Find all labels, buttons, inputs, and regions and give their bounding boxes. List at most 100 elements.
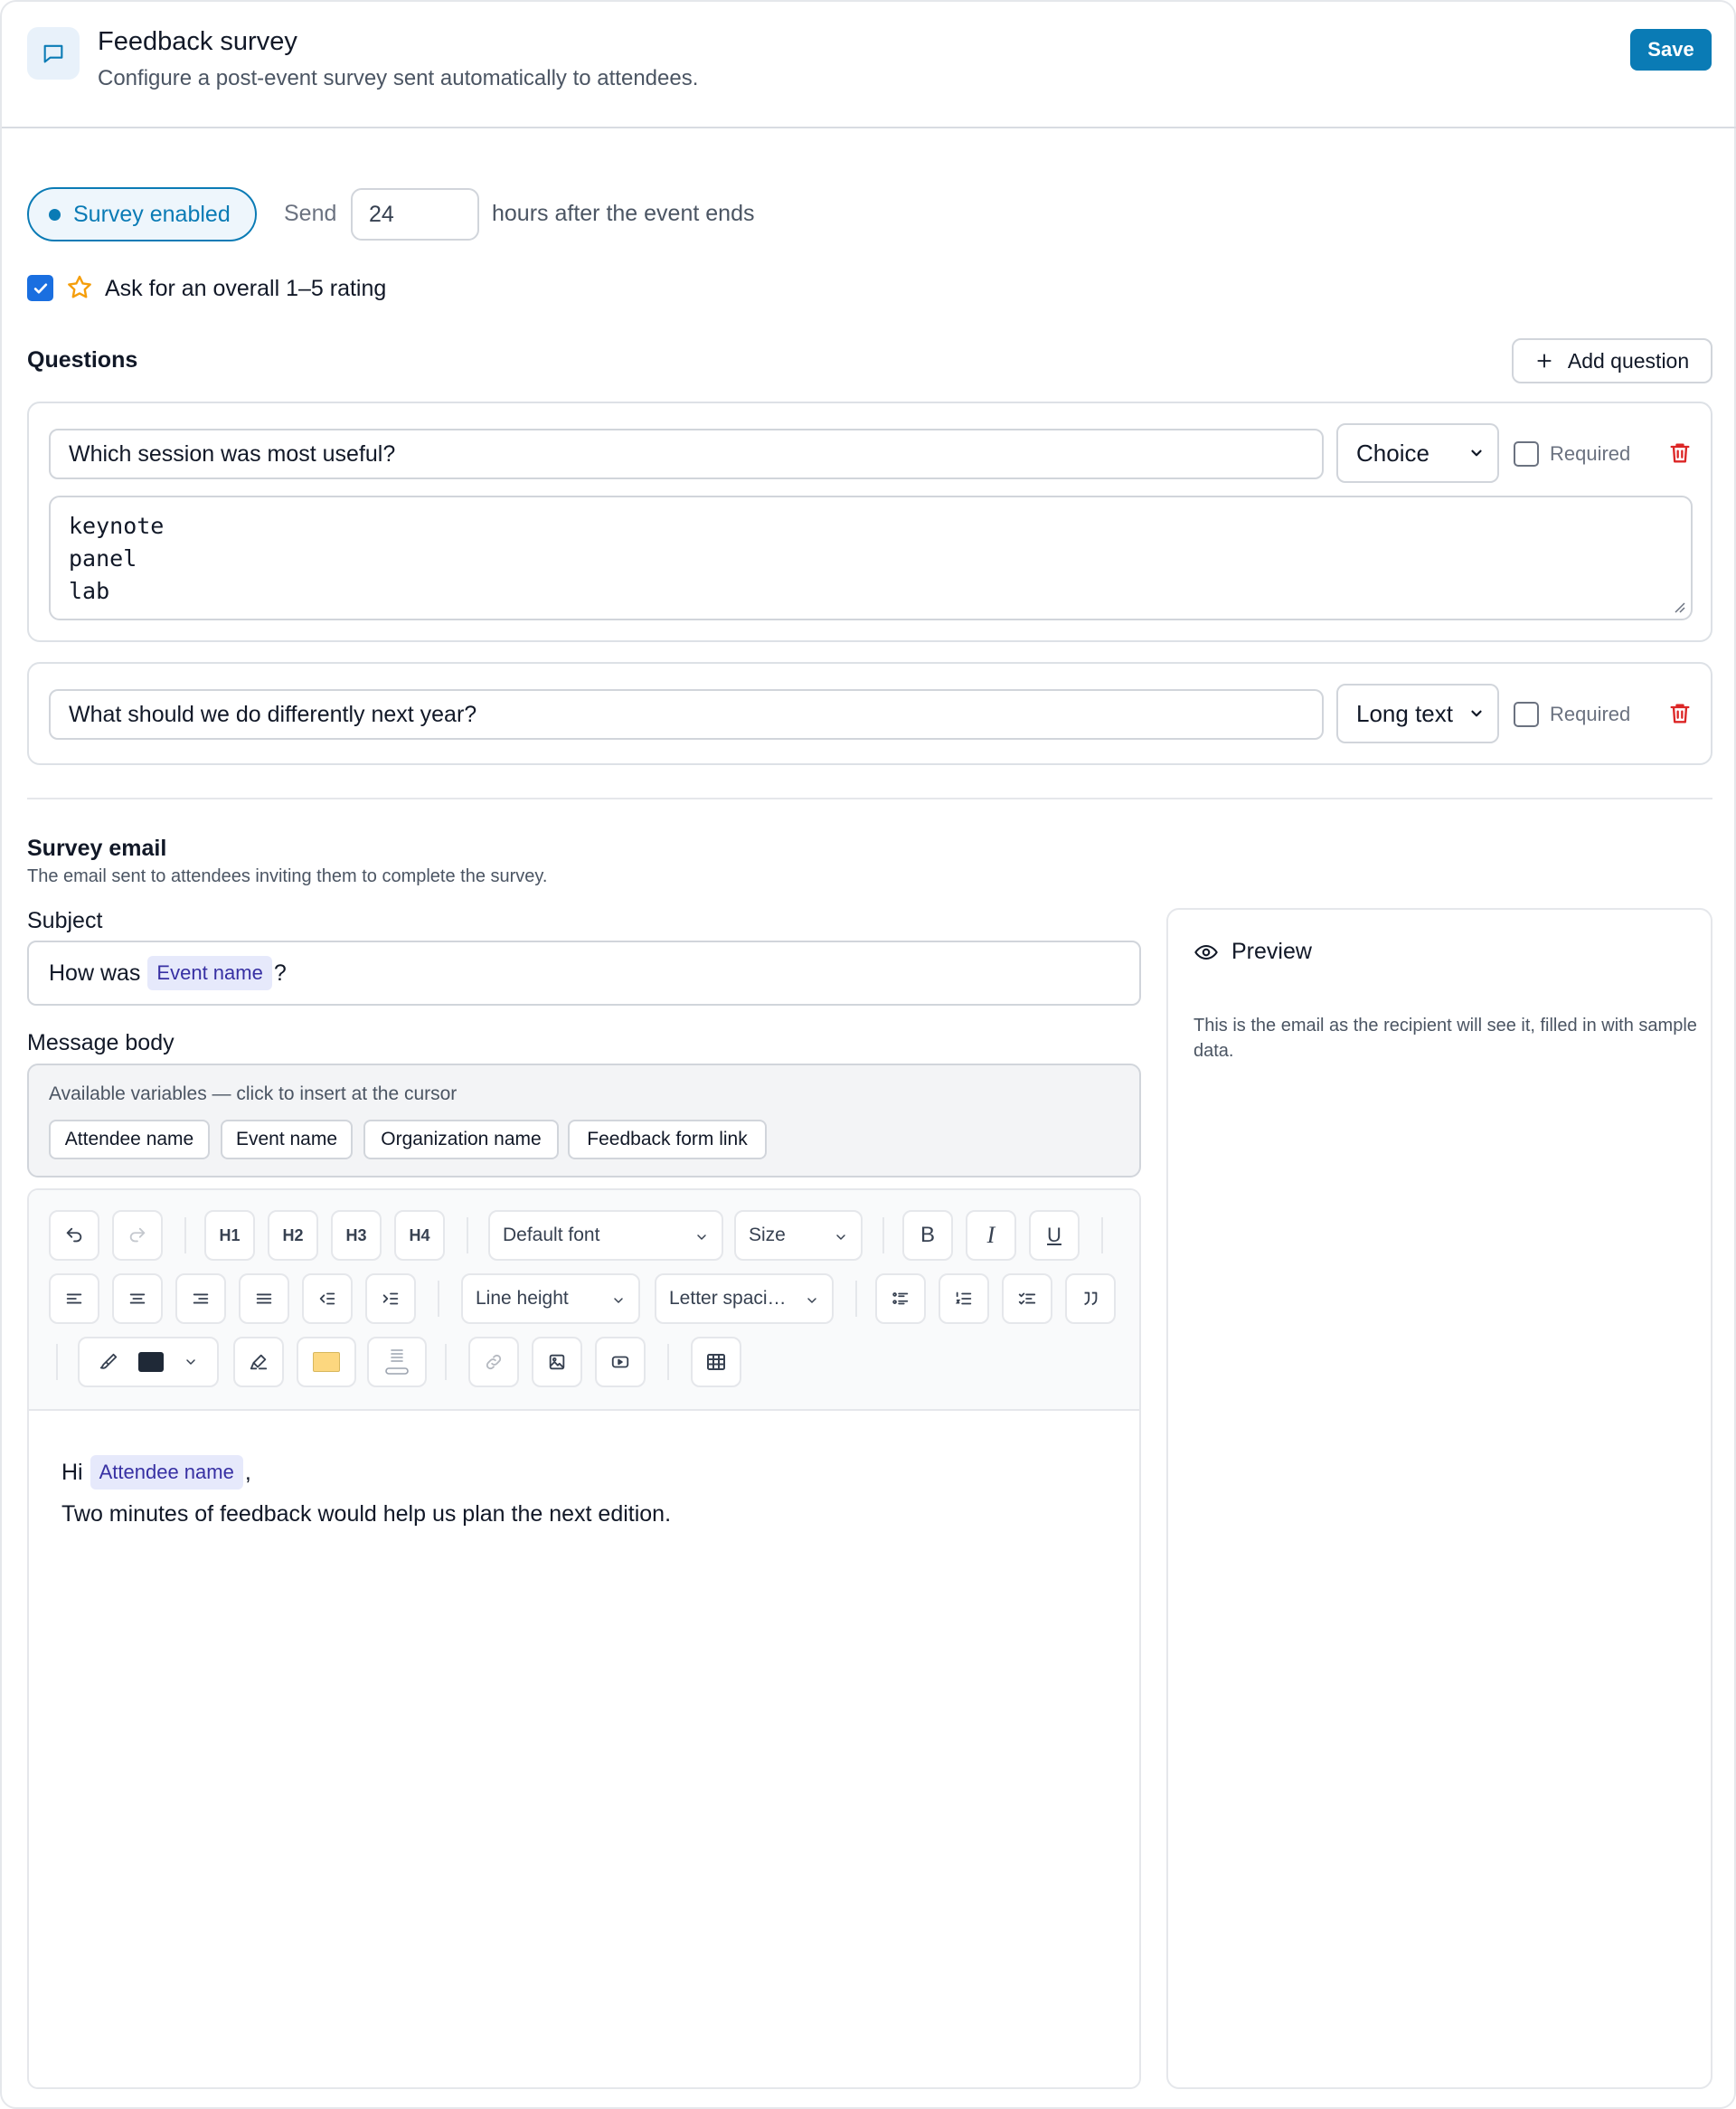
- star-icon: [65, 273, 94, 307]
- variable-chip-event-name[interactable]: Event name: [147, 956, 272, 990]
- numbered-list-icon[interactable]: [939, 1273, 989, 1324]
- survey-enabled-label: Survey enabled: [73, 201, 231, 227]
- font-size-select[interactable]: Size: [734, 1210, 863, 1261]
- letter-spacing-value: Letter spaci…: [669, 1288, 787, 1309]
- insert-variable-event-name[interactable]: Event name: [221, 1120, 353, 1159]
- trash-icon[interactable]: [1667, 440, 1693, 471]
- editor-content[interactable]: Hi Attendee name , Two minutes of feedba…: [61, 1454, 671, 1527]
- survey-email-heading: Survey email: [27, 836, 167, 861]
- chevron-down-icon: [807, 1298, 816, 1303]
- toolbar-separator: [467, 1217, 468, 1253]
- editor-line: Hi Attendee name ,: [61, 1454, 671, 1490]
- plus-icon: [1537, 354, 1552, 368]
- chevron-down-icon: [697, 1234, 706, 1240]
- editor-paragraph: Two minutes of feedback would help us pl…: [61, 1501, 672, 1527]
- align-right-icon[interactable]: [175, 1273, 226, 1324]
- align-left-icon[interactable]: [49, 1273, 99, 1324]
- undo-icon[interactable]: [49, 1210, 99, 1261]
- page-title: Feedback survey: [98, 27, 297, 56]
- variable-chip-attendee-name[interactable]: Attendee name: [90, 1455, 243, 1490]
- subject-input[interactable]: How was Event name ?: [27, 941, 1141, 1006]
- insert-variable-feedback-form-link[interactable]: Feedback form link: [568, 1120, 767, 1159]
- hours-input[interactable]: 24: [351, 188, 479, 241]
- bold-button[interactable]: B: [902, 1210, 953, 1261]
- chevron-down-icon: [186, 1359, 195, 1365]
- add-question-button[interactable]: Add question: [1512, 338, 1712, 383]
- image-icon[interactable]: [532, 1337, 582, 1387]
- horizontal-rule-icon[interactable]: [367, 1337, 427, 1387]
- subject-label: Subject: [27, 908, 103, 933]
- required-checkbox[interactable]: [1514, 702, 1539, 727]
- text-color-swatch: [138, 1352, 164, 1372]
- greeting-text: Hi: [61, 1459, 83, 1485]
- table-icon[interactable]: [691, 1337, 741, 1387]
- rating-checkbox[interactable]: [27, 275, 53, 301]
- toolbar-separator: [1101, 1217, 1103, 1253]
- preview-title: Preview: [1231, 939, 1312, 964]
- question-card: Which session was most useful? Choice Re…: [27, 402, 1712, 642]
- rich-text-editor: H1 H2 H3 H4 Default font Size B I U Line…: [27, 1188, 1141, 2089]
- question-type-value: Long text: [1356, 699, 1453, 727]
- italic-button[interactable]: I: [966, 1210, 1016, 1261]
- question-type-select[interactable]: Long text: [1336, 684, 1499, 743]
- choice-options-textarea[interactable]: keynote panel lab: [49, 496, 1693, 620]
- heading-4-button[interactable]: H4: [394, 1210, 445, 1261]
- eye-icon: [1194, 944, 1218, 960]
- align-center-icon[interactable]: [112, 1273, 163, 1324]
- subject-text: ?: [273, 960, 287, 986]
- highlight-color-swatch[interactable]: [297, 1337, 356, 1387]
- checklist-icon[interactable]: [1002, 1273, 1052, 1324]
- survey-enabled-toggle[interactable]: Survey enabled: [27, 187, 257, 241]
- bullet-list-icon[interactable]: [875, 1273, 926, 1324]
- variables-panel: Available variables — click to insert at…: [27, 1064, 1141, 1177]
- font-size-value: Size: [749, 1225, 786, 1245]
- required-label: Required: [1550, 703, 1631, 725]
- required-label: Required: [1550, 442, 1631, 465]
- status-dot: [49, 208, 61, 221]
- save-button[interactable]: Save: [1630, 29, 1712, 71]
- choice-option: panel: [69, 545, 137, 572]
- greeting-comma: ,: [244, 1459, 251, 1485]
- heading-1-button[interactable]: H1: [204, 1210, 255, 1261]
- blockquote-icon[interactable]: [1065, 1273, 1116, 1324]
- highlighter-icon[interactable]: [233, 1337, 284, 1387]
- questions-heading: Questions: [27, 347, 138, 373]
- question-type-value: Choice: [1356, 439, 1429, 467]
- line-height-select[interactable]: Line height: [461, 1273, 640, 1324]
- trash-icon[interactable]: [1667, 700, 1693, 732]
- toolbar-separator: [184, 1217, 186, 1253]
- message-body-label: Message body: [27, 1030, 175, 1055]
- align-justify-icon[interactable]: [239, 1273, 289, 1324]
- heading-2-button[interactable]: H2: [268, 1210, 318, 1261]
- choice-option: keynote: [69, 513, 165, 539]
- outdent-icon[interactable]: [302, 1273, 353, 1324]
- rating-label: Ask for an overall 1–5 rating: [105, 276, 387, 301]
- video-icon[interactable]: [595, 1337, 646, 1387]
- underline-button[interactable]: U: [1029, 1210, 1080, 1261]
- text-color-picker[interactable]: [78, 1337, 219, 1387]
- font-family-select[interactable]: Default font: [488, 1210, 723, 1261]
- resize-grip-icon[interactable]: [1673, 601, 1685, 613]
- redo-icon[interactable]: [112, 1210, 163, 1261]
- heading-3-button[interactable]: H3: [331, 1210, 382, 1261]
- toolbar-separator: [882, 1217, 884, 1253]
- settings-panel: Feedback survey Configure a post-event s…: [0, 0, 1736, 2109]
- line-height-value: Line height: [476, 1288, 569, 1309]
- question-text-input[interactable]: Which session was most useful?: [49, 429, 1324, 479]
- insert-variable-attendee-name[interactable]: Attendee name: [49, 1120, 210, 1159]
- chat-bubble-icon: [27, 27, 80, 80]
- indent-icon[interactable]: [365, 1273, 416, 1324]
- required-checkbox[interactable]: [1514, 441, 1539, 467]
- toolbar-separator: [438, 1281, 439, 1317]
- question-text-input[interactable]: What should we do differently next year?: [49, 689, 1324, 740]
- chevron-down-icon: [836, 1234, 845, 1240]
- link-icon[interactable]: [468, 1337, 519, 1387]
- toolbar-separator: [445, 1344, 447, 1380]
- chevron-down-icon: [1471, 449, 1482, 457]
- preview-description: This is the email as the recipient will …: [1194, 1016, 1697, 1061]
- insert-variable-organization-name[interactable]: Organization name: [363, 1120, 559, 1159]
- choice-option: lab: [69, 578, 110, 604]
- question-type-select[interactable]: Choice: [1336, 423, 1499, 483]
- font-family-value: Default font: [503, 1225, 600, 1245]
- letter-spacing-select[interactable]: Letter spaci…: [655, 1273, 834, 1324]
